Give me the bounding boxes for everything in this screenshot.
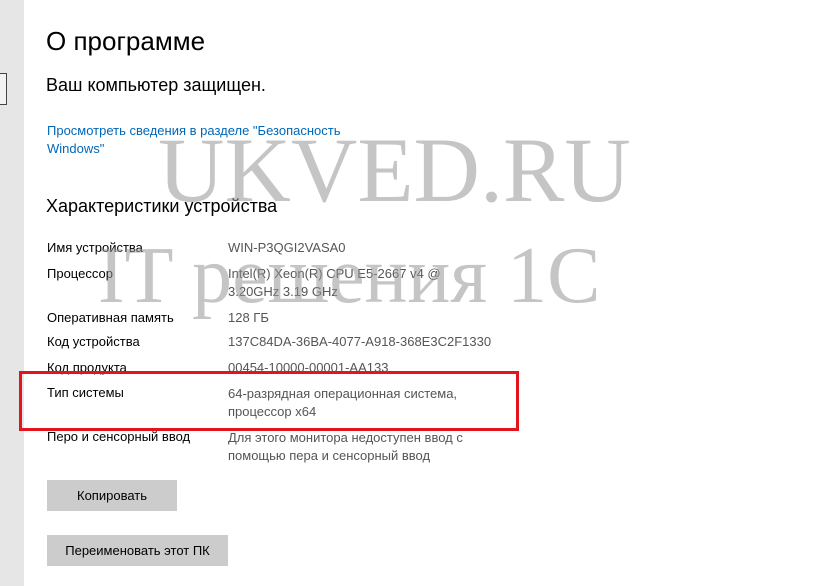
rename-pc-button[interactable]: Переименовать этот ПК <box>47 535 228 566</box>
spec-value-processor: Intel(R) Xeon(R) CPU E5-2667 v4 @ 3.20GH… <box>228 266 441 299</box>
spec-value-ram: 128 ГБ <box>228 310 269 325</box>
nav-collapsed-element[interactable] <box>0 73 7 105</box>
spec-label-processor: Процессор <box>47 266 113 281</box>
windows-security-link[interactable]: Просмотреть сведения в разделе "Безопасн… <box>47 122 377 158</box>
about-page: О программе Ваш компьютер защищен. Просм… <box>0 0 813 586</box>
spec-label-device-name: Имя устройства <box>47 240 143 255</box>
spec-value-pen-touch: Для этого монитора недоступен ввод с пом… <box>228 430 463 463</box>
system-type-highlight <box>19 371 519 431</box>
device-specs-title: Характеристики устройства <box>46 196 278 216</box>
page-title: О программе <box>46 26 206 56</box>
spec-label-device-id: Код устройства <box>47 334 140 349</box>
spec-label-ram: Оперативная память <box>47 310 174 325</box>
protection-status: Ваш компьютер защищен. <box>46 75 266 95</box>
spec-value-device-id: 137C84DA-36BA-4077-A918-368E3C2F1330 <box>228 334 492 349</box>
left-nav-strip <box>0 0 24 586</box>
copy-button[interactable]: Копировать <box>47 480 177 511</box>
spec-value-device-name: WIN-P3QGI2VASA0 <box>228 240 346 255</box>
